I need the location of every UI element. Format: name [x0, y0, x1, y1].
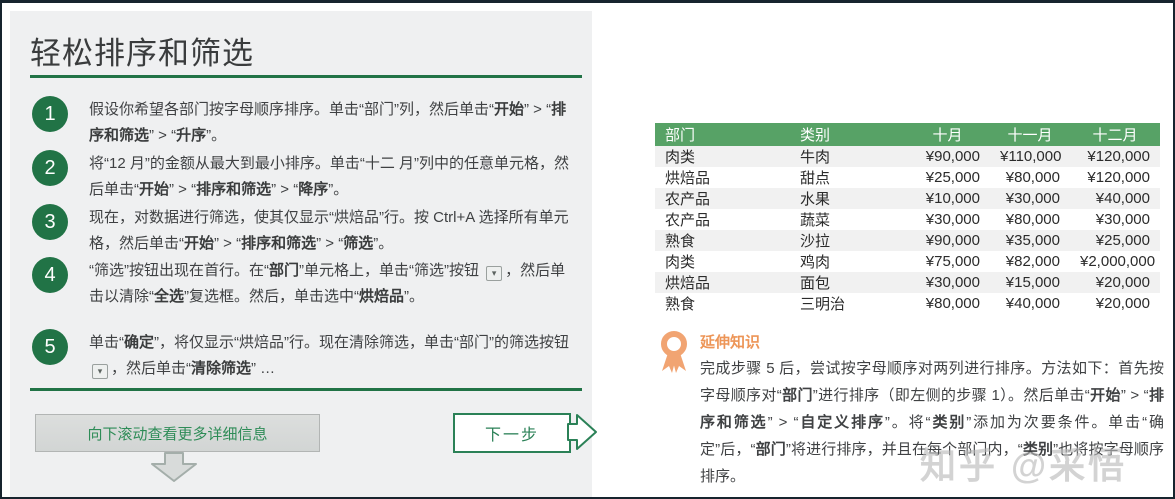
- table-cell: ¥40,000: [990, 293, 1070, 314]
- scroll-more-button[interactable]: 向下滚动查看更多详细信息: [35, 414, 320, 452]
- step-item-2: 2 将“12 月”的金额从最大到最小排序。单击“十二 月”列中的任意单元格，然后…: [32, 150, 572, 203]
- table-row: 烘焙品甜点¥25,000¥80,000¥120,000: [655, 167, 1160, 188]
- table-cell: 面包: [790, 272, 905, 293]
- table-cell: ¥82,000: [990, 251, 1070, 272]
- step-text: 现在，对数据进行筛选，使其仅显示“烘焙品”行。按 Ctrl+A 选择所有单元格，…: [89, 204, 572, 257]
- table-cell: ¥25,000: [1070, 230, 1160, 251]
- table-row: 肉类鸡肉¥75,000¥82,000¥2,000,000: [655, 251, 1160, 272]
- sales-table: 部门 类别 十月 十一月 十二月 肉类牛肉¥90,000¥110,000¥120…: [655, 123, 1160, 314]
- table-row: 农产品水果¥10,000¥30,000¥40,000: [655, 188, 1160, 209]
- table-cell: ¥2,000,000: [1070, 251, 1160, 272]
- table-cell: 熟食: [655, 230, 790, 251]
- section-divider: [30, 388, 582, 391]
- table-cell: 鸡肉: [790, 251, 905, 272]
- table-cell: ¥15,000: [990, 272, 1070, 293]
- table-cell: ¥40,000: [1070, 188, 1160, 209]
- table-cell: ¥25,000: [905, 167, 990, 188]
- table-cell: ¥120,000: [1070, 167, 1160, 188]
- table-cell: ¥90,000: [905, 230, 990, 251]
- table-cell: ¥10,000: [905, 188, 990, 209]
- extended-knowledge-heading: 延伸知识: [700, 331, 760, 352]
- page-title: 轻松排序和筛选: [30, 28, 254, 73]
- sales-table-body: 肉类牛肉¥90,000¥110,000¥120,000烘焙品甜点¥25,000¥…: [655, 146, 1160, 314]
- table-row: 农产品蔬菜¥30,000¥80,000¥30,000: [655, 209, 1160, 230]
- table-cell: 烘焙品: [655, 167, 790, 188]
- table-cell: ¥30,000: [905, 272, 990, 293]
- step-item-5: 5 单击“确定”，将仅显示“烘焙品”行。现在清除筛选，单击“部门”的筛选按钮 ▾…: [32, 329, 572, 382]
- column-header-december: 十二月: [1070, 123, 1160, 146]
- table-cell: 肉类: [655, 146, 790, 167]
- step-item-4: 4 “筛选”按钮出现在首行。在“部门”单元格上，单击“筛选”按钮 ▾，然后单击以…: [32, 257, 572, 310]
- table-cell: ¥75,000: [905, 251, 990, 272]
- table-cell: 农产品: [655, 209, 790, 230]
- table-cell: 肉类: [655, 251, 790, 272]
- table-cell: ¥30,000: [990, 188, 1070, 209]
- column-header-october: 十月: [905, 123, 990, 146]
- step-text: 假设你希望各部门按字母顺序排序。单击“部门”列，然后单击“开始” > “排序和筛…: [89, 96, 572, 149]
- table-cell: ¥80,000: [905, 293, 990, 314]
- step-text: “筛选”按钮出现在首行。在“部门”单元格上，单击“筛选”按钮 ▾，然后单击以清除…: [89, 257, 572, 310]
- table-cell: ¥35,000: [990, 230, 1070, 251]
- table-cell: 水果: [790, 188, 905, 209]
- tutorial-window: 轻松排序和筛选 1 假设你希望各部门按字母顺序排序。单击“部门”列，然后单击“开…: [0, 0, 1175, 499]
- step-item-3: 3 现在，对数据进行筛选，使其仅显示“烘焙品”行。按 Ctrl+A 选择所有单元…: [32, 204, 572, 257]
- table-cell: ¥80,000: [990, 209, 1070, 230]
- step-number-badge: 4: [32, 257, 68, 293]
- column-header-category: 类别: [790, 123, 905, 146]
- instructions-panel: 轻松排序和筛选 1 假设你希望各部门按字母顺序排序。单击“部门”列，然后单击“开…: [10, 11, 592, 497]
- table-cell: ¥120,000: [1070, 146, 1160, 167]
- table-cell: 熟食: [655, 293, 790, 314]
- table-cell: ¥20,000: [1070, 293, 1160, 314]
- table-row: 肉类牛肉¥90,000¥110,000¥120,000: [655, 146, 1160, 167]
- table-cell: 农产品: [655, 188, 790, 209]
- step-item-1: 1 假设你希望各部门按字母顺序排序。单击“部门”列，然后单击“开始” > “排序…: [32, 96, 572, 149]
- title-underline: [30, 75, 582, 78]
- table-cell: 沙拉: [790, 230, 905, 251]
- award-ribbon-icon: [656, 330, 692, 374]
- step-number-badge: 3: [32, 204, 68, 240]
- table-cell: 牛肉: [790, 146, 905, 167]
- next-button[interactable]: 下一步: [453, 413, 571, 453]
- table-cell: ¥20,000: [1070, 272, 1160, 293]
- next-arrow-icon: [566, 411, 598, 453]
- step-number-badge: 5: [32, 329, 68, 365]
- table-cell: ¥80,000: [990, 167, 1070, 188]
- table-cell: ¥30,000: [1070, 209, 1160, 230]
- filter-dropdown-icon: ▾: [92, 364, 108, 379]
- step-number-badge: 1: [32, 96, 68, 132]
- table-cell: 蔬菜: [790, 209, 905, 230]
- scroll-down-arrow-icon: [150, 452, 198, 482]
- column-header-department: 部门: [655, 123, 790, 146]
- table-cell: ¥30,000: [905, 209, 990, 230]
- table-row: 熟食沙拉¥90,000¥35,000¥25,000: [655, 230, 1160, 251]
- table-cell: 三明治: [790, 293, 905, 314]
- column-header-november: 十一月: [990, 123, 1070, 146]
- table-cell: 甜点: [790, 167, 905, 188]
- step-text: 单击“确定”，将仅显示“烘焙品”行。现在清除筛选，单击“部门”的筛选按钮 ▾，然…: [89, 329, 572, 382]
- next-button-label: 下一步: [485, 421, 539, 445]
- step-number-badge: 2: [32, 150, 68, 186]
- step-text: 将“12 月”的金额从最大到最小排序。单击“十二 月”列中的任意单元格，然后单击…: [89, 150, 572, 203]
- table-header-row: 部门 类别 十月 十一月 十二月: [655, 123, 1160, 146]
- filter-dropdown-icon: ▾: [486, 266, 502, 281]
- table-row: 熟食三明治¥80,000¥40,000¥20,000: [655, 293, 1160, 314]
- table-row: 烘焙品面包¥30,000¥15,000¥20,000: [655, 272, 1160, 293]
- table-cell: ¥90,000: [905, 146, 990, 167]
- extended-knowledge-text: 完成步骤 5 后，尝试按字母顺序对两列进行排序。方法如下：首先按字母顺序对“部门…: [700, 355, 1164, 490]
- table-cell: 烘焙品: [655, 272, 790, 293]
- table-cell: ¥110,000: [990, 146, 1070, 167]
